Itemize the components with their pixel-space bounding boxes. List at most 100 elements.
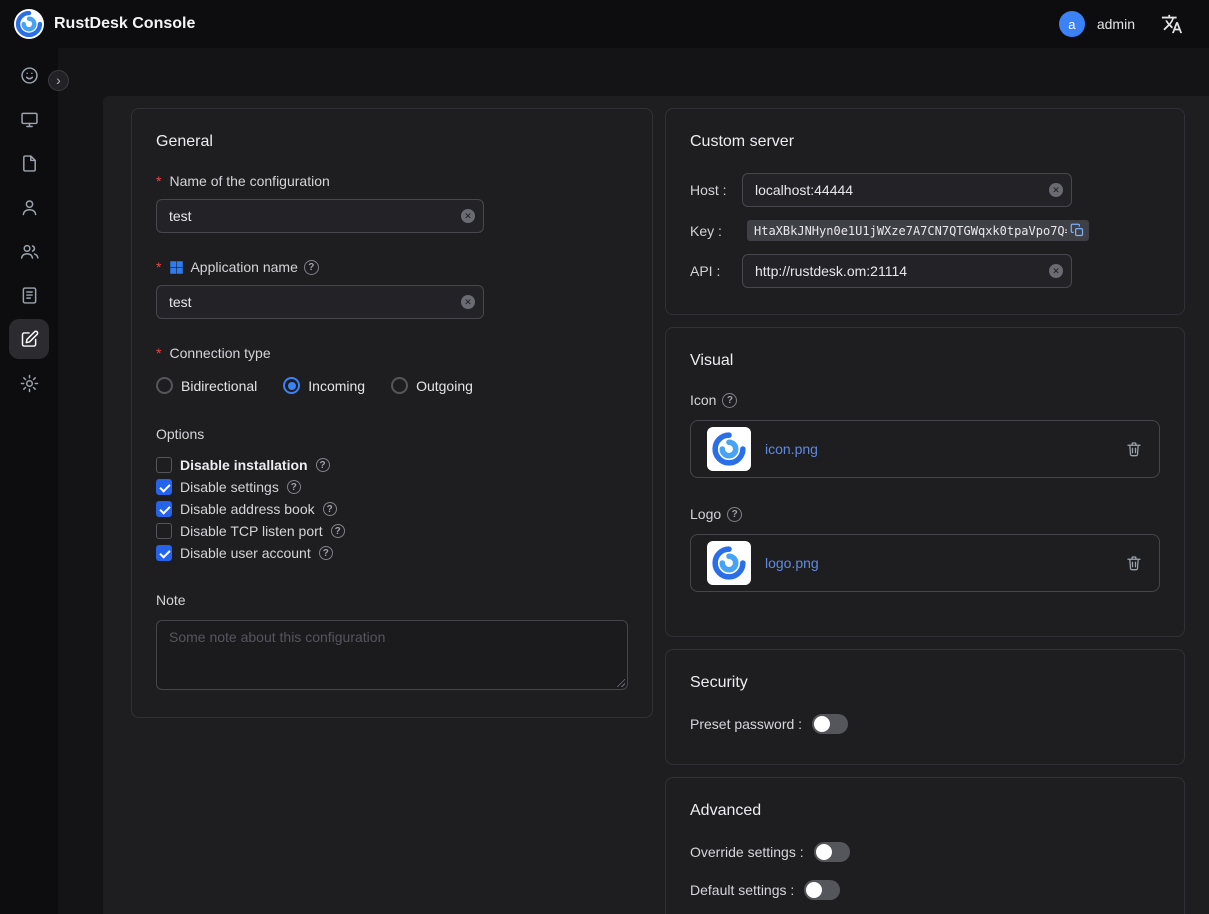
edit-icon[interactable] — [9, 319, 49, 359]
connection-type-radios: Bidirectional Incoming Outgoing — [156, 377, 628, 394]
key-row: Key : HtaXBkJNHyn0e1U1jWXze7A7CN7QTGWqxk… — [690, 220, 1160, 241]
toggle-knob — [814, 716, 830, 732]
help-icon[interactable] — [722, 393, 737, 408]
username[interactable]: admin — [1097, 16, 1135, 32]
option-disable-user-account[interactable]: Disable user account — [156, 542, 628, 564]
right-column: Custom server Host : Key : HtaXBkJNHyn0e… — [665, 108, 1185, 914]
note-label: Note — [156, 592, 186, 608]
preset-password-row: Preset password : — [690, 714, 1160, 734]
name-input[interactable] — [156, 199, 484, 233]
document-icon[interactable] — [9, 143, 49, 183]
option-label: Disable address book — [180, 501, 315, 517]
icon-label: Icon — [690, 392, 716, 408]
checkbox-icon[interactable] — [156, 545, 172, 561]
required-asterisk — [156, 173, 163, 189]
api-input-wrap — [742, 254, 1072, 288]
logo-file-box: logo.png — [690, 534, 1160, 592]
smiley-icon[interactable] — [9, 55, 49, 95]
app-name-input[interactable] — [156, 285, 484, 319]
preset-password-label: Preset password : — [690, 716, 802, 732]
clear-icon[interactable] — [1049, 264, 1063, 278]
help-icon[interactable] — [319, 546, 333, 560]
host-row: Host : — [690, 173, 1160, 207]
logbook-icon[interactable] — [9, 275, 49, 315]
app-name-input-wrap — [156, 285, 484, 319]
option-label: Disable user account — [180, 545, 311, 561]
checkbox-icon[interactable] — [156, 523, 172, 539]
radio-incoming[interactable]: Incoming — [283, 377, 365, 394]
host-label: Host : — [690, 182, 742, 198]
app-name-label-row: Application name — [156, 259, 628, 275]
logo-file-link[interactable]: logo.png — [765, 555, 819, 571]
monitor-icon[interactable] — [9, 99, 49, 139]
required-asterisk — [156, 345, 163, 361]
radio-icon[interactable] — [391, 377, 408, 394]
radio-bidirectional[interactable]: Bidirectional — [156, 377, 257, 394]
override-settings-toggle[interactable] — [814, 842, 850, 862]
help-icon[interactable] — [316, 458, 330, 472]
default-settings-row: Default settings : — [690, 880, 1160, 900]
preset-password-toggle[interactable] — [812, 714, 848, 734]
radio-icon[interactable] — [283, 377, 300, 394]
topbar-right: a admin — [1059, 11, 1183, 37]
trash-icon[interactable] — [1125, 554, 1143, 572]
options-label: Options — [156, 426, 628, 442]
host-input[interactable] — [742, 173, 1072, 207]
copy-icon[interactable] — [1070, 223, 1085, 238]
help-icon[interactable] — [287, 480, 301, 494]
note-wrap — [156, 620, 628, 693]
api-label: API : — [690, 263, 742, 279]
required-asterisk — [156, 259, 163, 275]
help-icon[interactable] — [304, 260, 319, 275]
clear-icon[interactable] — [461, 295, 475, 309]
host-input-wrap — [742, 173, 1072, 207]
radio-outgoing[interactable]: Outgoing — [391, 377, 473, 394]
app-title: RustDesk Console — [54, 15, 195, 33]
icon-label-row: Icon — [690, 392, 1160, 408]
option-disable-tcp-listen-port[interactable]: Disable TCP listen port — [156, 520, 628, 542]
advanced-card: Advanced Override settings : Default set… — [665, 777, 1185, 914]
checkbox-icon[interactable] — [156, 479, 172, 495]
icon-file-box: icon.png — [690, 420, 1160, 478]
trash-icon[interactable] — [1125, 440, 1143, 458]
key-value: HtaXBkJNHyn0e1U1jWXze7A7CN7QTGWqxk0tpaVp… — [754, 224, 1067, 238]
avatar[interactable]: a — [1059, 11, 1085, 37]
visual-title: Visual — [690, 352, 1160, 370]
top-bar: RustDesk Console a admin — [0, 0, 1209, 48]
connection-type-label: Connection type — [169, 345, 270, 361]
option-disable-installation[interactable]: Disable installation — [156, 454, 628, 476]
name-label: Name of the configuration — [169, 173, 329, 189]
sidebar-expand-button[interactable] — [48, 70, 69, 91]
option-disable-address-book[interactable]: Disable address book — [156, 498, 628, 520]
option-label: Disable settings — [180, 479, 279, 495]
help-icon[interactable] — [331, 524, 345, 538]
logo-label-row: Logo — [690, 506, 1160, 522]
checkbox-icon[interactable] — [156, 457, 172, 473]
api-input[interactable] — [742, 254, 1072, 288]
security-card: Security Preset password : — [665, 649, 1185, 765]
sidebar — [0, 48, 58, 914]
icon-file-link[interactable]: icon.png — [765, 441, 818, 457]
users-icon[interactable] — [9, 231, 49, 271]
rustdesk-logo-icon — [14, 9, 44, 39]
user-icon[interactable] — [9, 187, 49, 227]
clear-icon[interactable] — [1049, 183, 1063, 197]
radio-icon[interactable] — [156, 377, 173, 394]
note-textarea[interactable] — [156, 620, 628, 690]
security-title: Security — [690, 674, 1160, 692]
key-label: Key : — [690, 223, 742, 239]
settings-icon[interactable] — [9, 363, 49, 403]
help-icon[interactable] — [323, 502, 337, 516]
logo-preview — [707, 541, 751, 585]
default-settings-toggle[interactable] — [804, 880, 840, 900]
translate-icon[interactable] — [1161, 13, 1183, 35]
visual-card: Visual Icon icon.png Logo — [665, 327, 1185, 637]
custom-server-card: Custom server Host : Key : HtaXBkJNHyn0e… — [665, 108, 1185, 315]
help-icon[interactable] — [727, 507, 742, 522]
clear-icon[interactable] — [461, 209, 475, 223]
option-disable-settings[interactable]: Disable settings — [156, 476, 628, 498]
radio-label: Incoming — [308, 378, 365, 394]
note-label-row: Note — [156, 592, 628, 608]
default-settings-label: Default settings : — [690, 882, 794, 898]
checkbox-icon[interactable] — [156, 501, 172, 517]
